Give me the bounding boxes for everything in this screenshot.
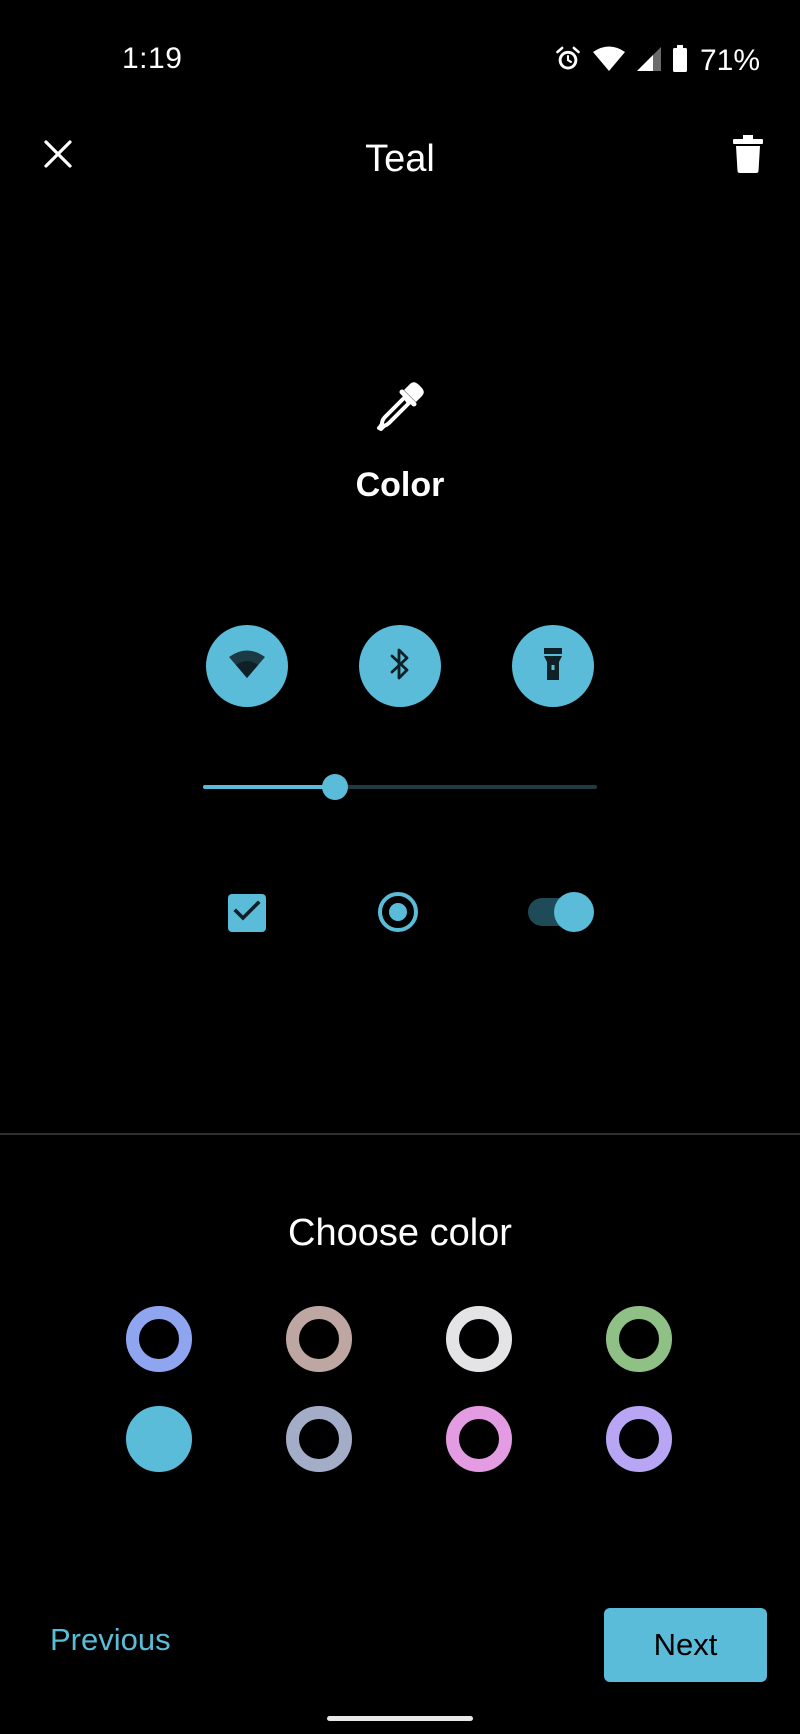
status-bar: 1:19 71% <box>0 0 800 120</box>
color-swatch[interactable] <box>606 1306 672 1372</box>
sample-checkbox[interactable] <box>228 894 266 932</box>
color-swatch[interactable] <box>126 1406 192 1472</box>
wifi-icon <box>228 649 266 684</box>
flashlight-tile[interactable] <box>512 625 594 707</box>
previous-button[interactable]: Previous <box>50 1622 171 1658</box>
status-icons: 71% <box>554 44 760 78</box>
battery-percent: 71% <box>699 44 760 77</box>
slider-thumb[interactable] <box>322 774 348 800</box>
color-swatch[interactable] <box>286 1406 352 1472</box>
wifi-tile[interactable] <box>206 625 288 707</box>
color-swatch[interactable] <box>446 1406 512 1472</box>
alarm-icon <box>554 45 582 78</box>
color-swatch[interactable] <box>606 1406 672 1472</box>
app-bar: Teal <box>0 120 800 200</box>
next-button-label: Next <box>653 1627 718 1662</box>
radio-dot <box>389 903 407 921</box>
wifi-icon <box>592 45 626 78</box>
color-swatch[interactable] <box>286 1306 352 1372</box>
divider <box>0 1133 800 1135</box>
next-button[interactable]: Next <box>604 1608 767 1682</box>
brightness-slider[interactable] <box>203 772 597 802</box>
status-time: 1:19 <box>122 42 183 75</box>
switch-thumb <box>554 892 594 932</box>
cell-signal-icon <box>636 45 662 78</box>
delete-button[interactable] <box>720 128 776 184</box>
slider-track-inactive <box>335 785 597 789</box>
slider-track-active <box>203 785 335 789</box>
preview-label: Color <box>355 466 445 504</box>
sample-radio[interactable] <box>378 892 418 932</box>
battery-icon <box>672 44 688 78</box>
delete-icon <box>733 134 763 178</box>
checkmark-icon <box>233 899 261 928</box>
eyedropper-icon <box>372 378 428 434</box>
color-swatch[interactable] <box>446 1306 512 1372</box>
sample-switch[interactable] <box>526 892 594 932</box>
page-title: Teal <box>365 138 435 180</box>
choose-color-title: Choose color <box>288 1212 512 1254</box>
home-indicator[interactable] <box>327 1716 473 1721</box>
bluetooth-tile[interactable] <box>359 625 441 707</box>
flashlight-icon <box>542 646 564 687</box>
color-swatch[interactable] <box>126 1306 192 1372</box>
bluetooth-icon <box>388 646 412 687</box>
